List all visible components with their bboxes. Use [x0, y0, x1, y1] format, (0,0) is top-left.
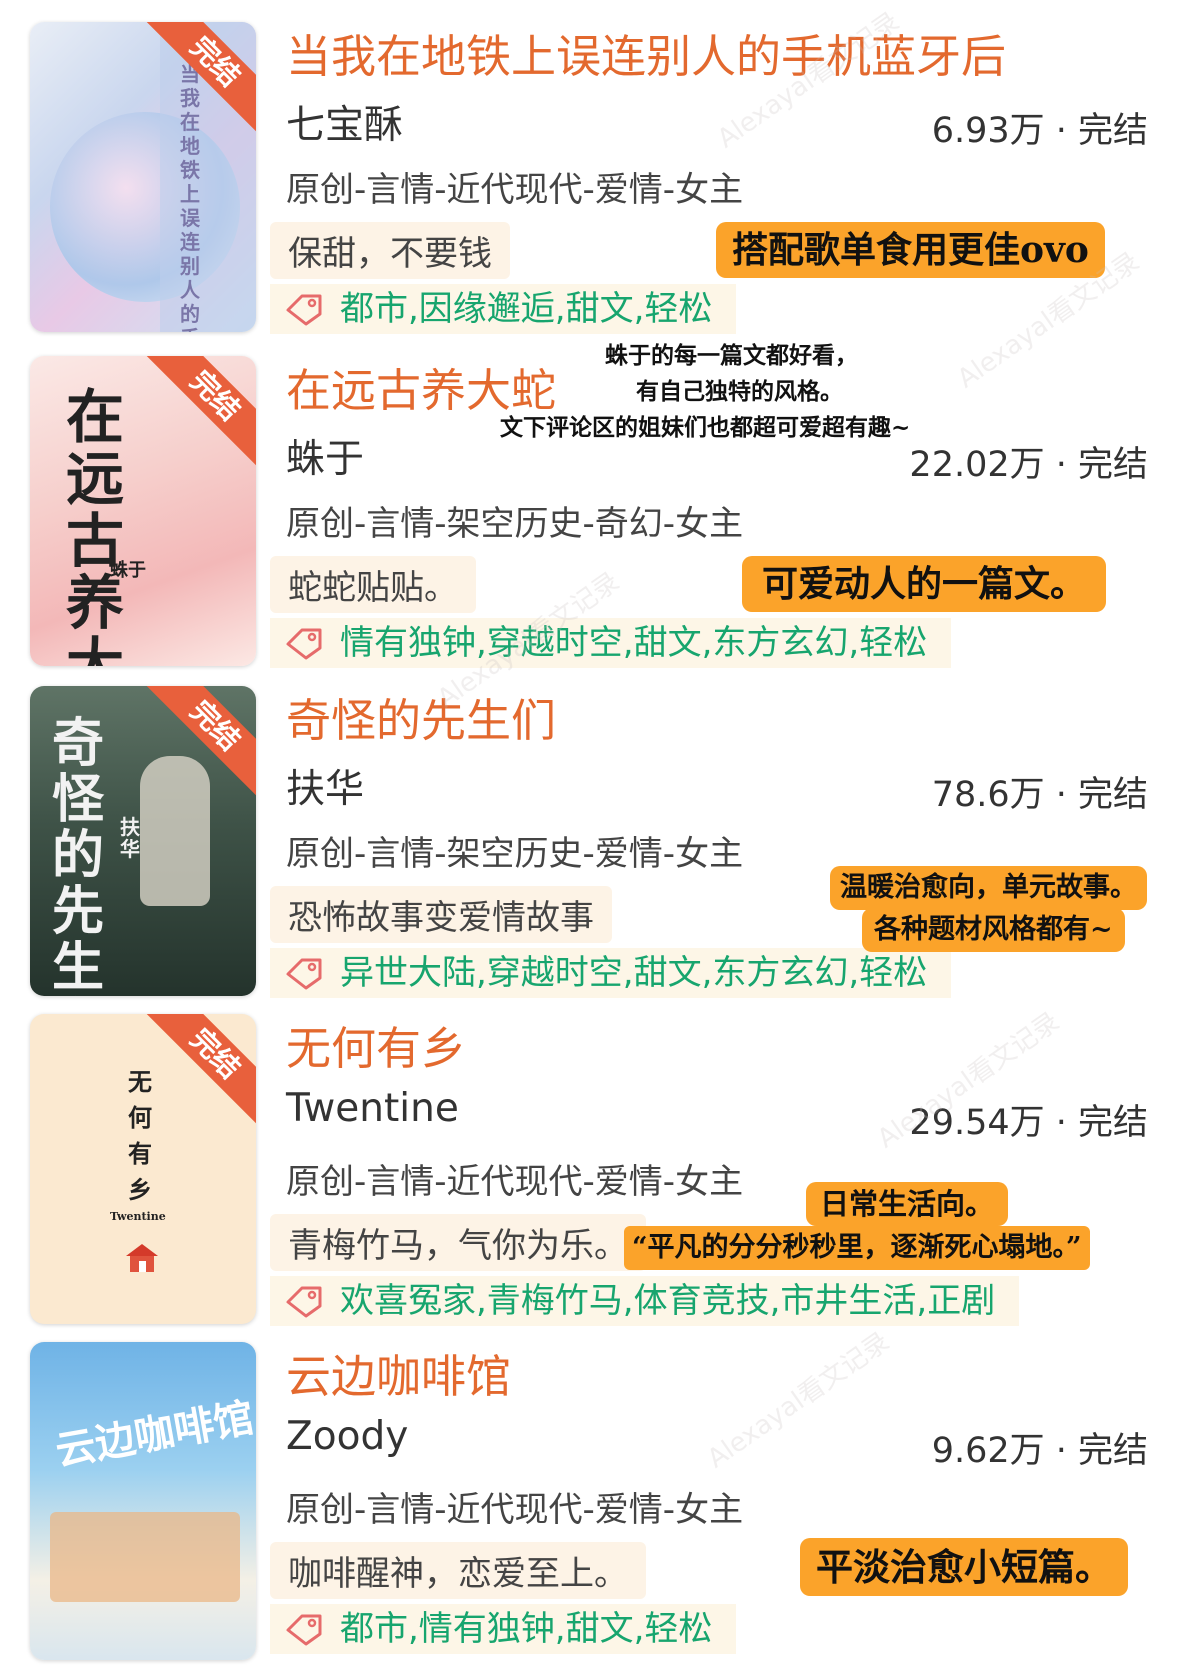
- book-wordcount-status: 78.6万 · 完结: [931, 775, 1148, 815]
- review-note: 平淡治愈小短篇。: [800, 1538, 1128, 1596]
- tags-text: 都市,因缘邂逅,甜文,轻松: [340, 289, 713, 329]
- tag-icon: [286, 628, 322, 660]
- review-comment-line: 有自己独特的风格。: [636, 378, 843, 405]
- book-cover[interactable]: 无何有乡 Twentine 完结: [30, 1014, 256, 1324]
- book-item[interactable]: 当我在地铁上误连别人的手机蓝牙后 完结 当我在地铁上误连别人的手机蓝牙后 七宝酥…: [0, 12, 1178, 342]
- completed-ribbon: 完结: [140, 1014, 256, 1129]
- book-genre: 原创-言情-近代现代-爱情-女主: [286, 1162, 744, 1202]
- cover-author: 扶华: [120, 815, 140, 861]
- review-note: 温暖治愈向，单元故事。: [830, 866, 1147, 910]
- cover-author: 蛛于: [110, 560, 146, 581]
- book-wordcount-status: 29.54万 · 完结: [909, 1103, 1148, 1143]
- tag-icon: [286, 294, 322, 326]
- tags-text: 欢喜冤家,青梅竹马,体育竞技,市井生活,正剧: [340, 1281, 996, 1321]
- cover-title: 在远古养大蛇: [66, 383, 125, 666]
- book-cover[interactable]: 当我在地铁上误连别人的手机蓝牙后 完结: [30, 22, 256, 332]
- completed-ribbon: 完结: [140, 356, 256, 471]
- cover-title: 无何有乡: [128, 1067, 152, 1204]
- book-tags: 都市,情有独钟,甜文,轻松: [270, 1604, 737, 1654]
- book-title[interactable]: 无何有乡: [286, 1012, 466, 1077]
- book-genre: 原创-言情-架空历史-奇幻-女主: [286, 504, 744, 544]
- book-item[interactable]: 奇怪的先生们 扶华 完结 奇怪的先生们 扶华 78.6万 · 完结 原创-言情-…: [0, 676, 1178, 1006]
- review-comment-line: 文下评论区的姐妹们也都超可爱超有趣~: [500, 414, 911, 441]
- review-note: 各种题材风格都有~: [862, 908, 1125, 952]
- house-icon: [126, 1244, 158, 1272]
- book-tags: 异世大陆,穿越时空,甜文,东方玄幻,轻松: [270, 948, 952, 998]
- cover-title: 当我在地铁上误连别人的手机蓝牙后: [180, 62, 200, 332]
- book-item[interactable]: 在远古养大蛇 蛛于 完结 在远古养大蛇 蛛于 22.02万 · 完结 原创-言情…: [0, 342, 1178, 676]
- book-item[interactable]: 无何有乡 Twentine 完结 无何有乡 Twentine 29.54万 · …: [0, 1004, 1178, 1334]
- tag-icon: [286, 1286, 322, 1318]
- book-wordcount-status: 9.62万 · 完结: [931, 1431, 1148, 1471]
- book-tagline: 保甜，不要钱: [270, 222, 510, 279]
- book-cover[interactable]: 在远古养大蛇 蛛于 完结: [30, 356, 256, 666]
- book-item[interactable]: 云边咖啡馆 云边咖啡馆 Zoody 9.62万 · 完结 原创-言情-近代现代-…: [0, 1332, 1178, 1672]
- tags-text: 都市,情有独钟,甜文,轻松: [340, 1609, 713, 1649]
- book-title[interactable]: 奇怪的先生们: [286, 684, 556, 749]
- review-note: 日常生活向。: [806, 1182, 1009, 1226]
- review-comment-line: 蛛于的每一篇文都好看，: [605, 342, 858, 369]
- book-author[interactable]: Twentine: [286, 1086, 459, 1131]
- cover-art: [50, 1512, 240, 1602]
- tags-text: 异世大陆,穿越时空,甜文,东方玄幻,轻松: [340, 953, 928, 993]
- book-tagline: 咖啡醒神，恋爱至上。: [270, 1542, 646, 1599]
- book-wordcount-status: 22.02万 · 完结: [909, 445, 1148, 485]
- book-cover[interactable]: 奇怪的先生们 扶华 完结: [30, 686, 256, 996]
- book-genre: 原创-言情-近代现代-爱情-女主: [286, 170, 744, 210]
- book-cover[interactable]: 云边咖啡馆: [30, 1342, 256, 1660]
- book-tagline: 青梅竹马，气你为乐。: [270, 1214, 646, 1271]
- book-author[interactable]: Zoody: [286, 1414, 408, 1459]
- review-quote: “平凡的分分秒秒里，逐渐死心塌地。”: [624, 1226, 1090, 1270]
- tag-icon: [286, 1614, 322, 1646]
- book-tagline: 蛇蛇贴贴。: [270, 556, 476, 613]
- review-note: 搭配歌单食用更佳ovo: [716, 222, 1105, 278]
- book-genre: 原创-言情-近代现代-爱情-女主: [286, 1490, 744, 1530]
- cover-art: [140, 756, 210, 906]
- book-author[interactable]: 扶华: [286, 758, 364, 814]
- cover-title: 云边咖啡馆: [52, 1393, 256, 1475]
- book-title[interactable]: 云边咖啡馆: [286, 1340, 511, 1405]
- book-title[interactable]: 当我在地铁上误连别人的手机蓝牙后: [286, 20, 1006, 85]
- book-author[interactable]: 七宝酥: [286, 94, 403, 150]
- book-tagline: 恐怖故事变爱情故事: [270, 886, 612, 943]
- tag-icon: [286, 958, 322, 990]
- cover-title: 奇怪的先生们: [52, 713, 105, 997]
- book-tags: 都市,因缘邂逅,甜文,轻松: [270, 284, 737, 334]
- book-wordcount-status: 6.93万 · 完结: [931, 111, 1148, 151]
- book-tags: 情有独钟,穿越时空,甜文,东方玄幻,轻松: [270, 618, 952, 668]
- book-tags: 欢喜冤家,青梅竹马,体育竞技,市井生活,正剧: [270, 1276, 1020, 1326]
- book-author[interactable]: 蛛于: [286, 428, 364, 484]
- cover-author: Twentine: [110, 1210, 166, 1223]
- tags-text: 情有独钟,穿越时空,甜文,东方玄幻,轻松: [340, 623, 928, 663]
- book-genre: 原创-言情-架空历史-爱情-女主: [286, 834, 744, 874]
- review-note: 可爱动人的一篇文。: [742, 556, 1107, 612]
